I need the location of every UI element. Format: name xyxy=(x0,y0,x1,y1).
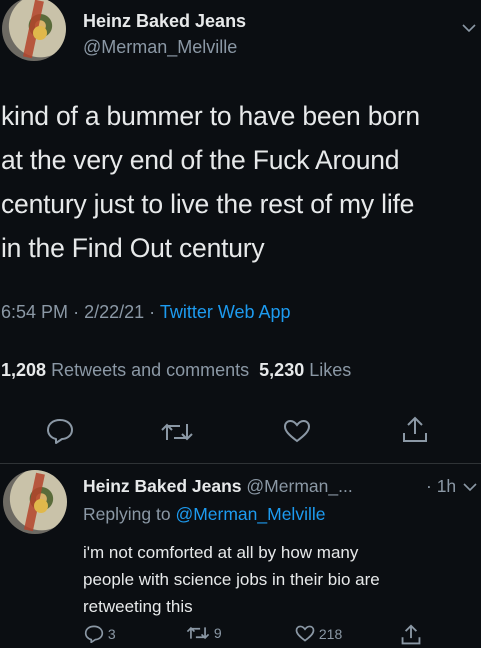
tweet-date[interactable]: 2/22/21 xyxy=(84,302,144,322)
reply-like-action[interactable]: 218 xyxy=(295,625,342,642)
reply-icon xyxy=(84,625,104,643)
retweet-icon[interactable] xyxy=(160,421,194,443)
tweet-text-line: century just to live the rest of my life xyxy=(1,189,415,219)
share-icon[interactable] xyxy=(402,416,428,444)
retweets-count: 1,208 xyxy=(1,360,47,380)
reply-text-line: i'm not comforted at all by how many xyxy=(83,543,359,562)
likes-stat[interactable]: 5,230 Likes xyxy=(259,360,351,380)
chevron-down-icon[interactable] xyxy=(462,23,476,33)
tweet-time[interactable]: 6:54 PM xyxy=(1,302,68,322)
likes-label: Likes xyxy=(309,360,352,380)
reply-text-line: people with science jobs in their bio ar… xyxy=(83,570,380,589)
tweet-text-line: kind of a bummer to have been born xyxy=(1,101,420,131)
tweet-text-line: at the very end of the Fuck Around xyxy=(1,145,400,175)
tweet-meta: 6:54 PM · 2/22/21 · Twitter Web App xyxy=(1,302,291,323)
like-icon[interactable] xyxy=(283,419,311,443)
display-name[interactable]: Heinz Baked Jeans xyxy=(83,11,246,32)
reply-handle[interactable]: @Merman_... xyxy=(246,476,352,496)
engagement-stats: 1,208 Retweets and comments 5,230 Likes xyxy=(1,360,351,381)
retweets-label: Retweets and comments xyxy=(51,360,250,380)
reply-header: Heinz Baked Jeans @Merman_... xyxy=(83,476,353,497)
reply-retweet-count: 9 xyxy=(213,625,222,641)
reply-avatar[interactable] xyxy=(3,470,67,534)
reply-retweet-action[interactable]: 9 xyxy=(186,625,222,641)
reply-share-icon[interactable] xyxy=(401,624,421,646)
tweet-text: kind of a bummer to have been born at th… xyxy=(1,94,420,270)
divider xyxy=(0,463,481,464)
avatar[interactable] xyxy=(2,0,66,61)
reply-count: 3 xyxy=(107,626,116,642)
reply-like-count: 218 xyxy=(318,626,343,642)
retweets-stat[interactable]: 1,208 Retweets and comments xyxy=(1,360,249,380)
tweet-text-line: in the Find Out century xyxy=(1,233,265,263)
reply-icon[interactable] xyxy=(46,418,74,444)
reply-text-line: retweeting this xyxy=(83,597,193,616)
user-handle[interactable]: @Merman_Melville xyxy=(83,37,237,58)
replying-to: Replying to @Merman_Melville xyxy=(83,504,325,525)
separator: · xyxy=(73,302,80,322)
tweet-source-link[interactable]: Twitter Web App xyxy=(160,302,291,322)
separator: · xyxy=(149,302,156,322)
reply-text: i'm not comforted at all by how many peo… xyxy=(83,539,380,620)
reply-display-name[interactable]: Heinz Baked Jeans xyxy=(83,476,242,496)
replying-to-label: Replying to xyxy=(83,504,171,524)
reply-reply-action[interactable]: 3 xyxy=(84,625,116,643)
retweet-icon xyxy=(186,625,210,641)
reply-chevron-down-icon[interactable] xyxy=(463,482,477,492)
replying-to-handle[interactable]: @Merman_Melville xyxy=(175,504,325,524)
reply-time[interactable]: · 1h xyxy=(426,476,456,497)
like-icon xyxy=(295,625,315,642)
likes-count: 5,230 xyxy=(259,360,305,380)
